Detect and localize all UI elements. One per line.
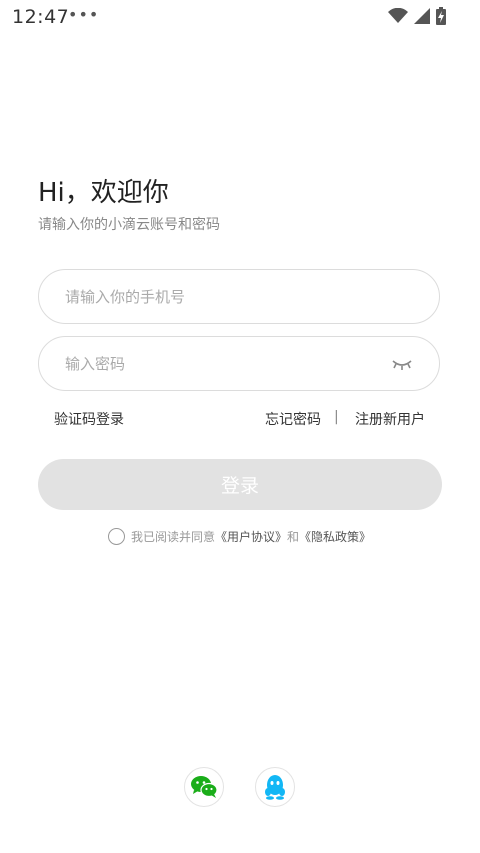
wechat-login-button[interactable] <box>184 767 224 807</box>
login-button[interactable]: 登录 <box>38 459 442 510</box>
qq-icon <box>265 775 285 800</box>
eye-closed-icon[interactable] <box>391 355 413 373</box>
phone-input[interactable]: 请输入你的手机号 <box>38 269 440 324</box>
agree-checkbox[interactable] <box>108 528 125 545</box>
wechat-icon <box>191 776 218 798</box>
greeting-title: Hi，欢迎你 <box>38 178 169 208</box>
agree-prefix: 我已阅读并同意 <box>131 530 216 544</box>
agree-and: 和 <box>287 530 300 544</box>
privacy-policy-link[interactable]: 《隐私政策》 <box>299 528 371 545</box>
wifi-icon <box>388 8 408 23</box>
password-input[interactable]: 输入密码 <box>38 336 440 391</box>
user-agreement-link[interactable]: 《用户协议》 <box>215 528 287 545</box>
agreement-row: 我已阅读并同意 《用户协议》 和 《隐私政策》 <box>108 528 371 545</box>
register-link[interactable]: 注册新用户 <box>355 409 425 429</box>
battery-charging-icon <box>436 7 446 25</box>
notification-overflow-icon: ••• <box>68 5 100 24</box>
link-separator: | <box>334 409 339 425</box>
status-icons <box>388 6 446 26</box>
phone-placeholder: 请输入你的手机号 <box>65 288 186 306</box>
status-time: 12:47 <box>12 6 70 28</box>
qq-login-button[interactable] <box>255 767 295 807</box>
cell-signal-icon <box>414 8 430 24</box>
subtitle: 请输入你的小滴云账号和密码 <box>38 217 220 233</box>
sms-login-link[interactable]: 验证码登录 <box>54 409 124 429</box>
login-button-label: 登录 <box>220 475 259 497</box>
status-bar: 12:47 ••• <box>0 0 480 34</box>
password-placeholder: 输入密码 <box>65 355 126 373</box>
forgot-password-link[interactable]: 忘记密码 <box>265 409 321 429</box>
